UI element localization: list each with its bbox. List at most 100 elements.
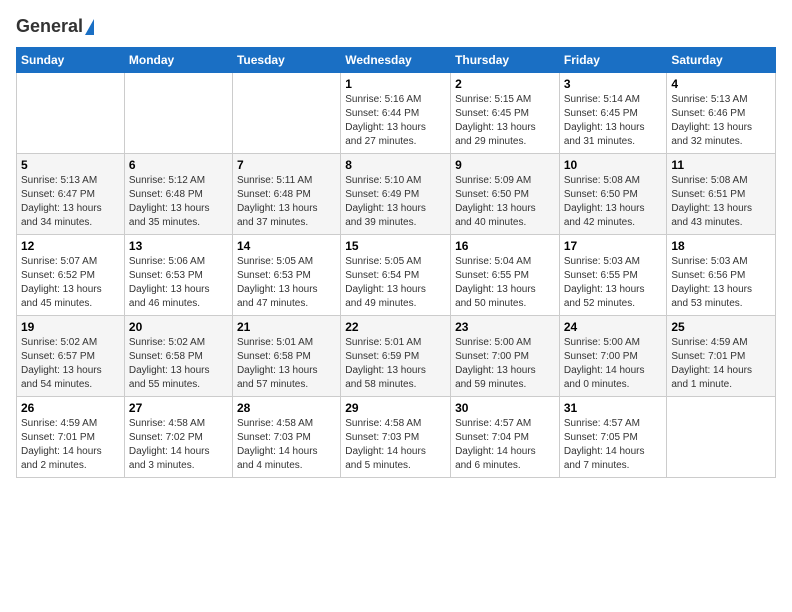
calendar-cell <box>232 73 340 154</box>
calendar-week-4: 19Sunrise: 5:02 AM Sunset: 6:57 PM Dayli… <box>17 316 776 397</box>
day-info: Sunrise: 5:12 AM Sunset: 6:48 PM Dayligh… <box>129 174 228 230</box>
day-number: 20 <box>129 320 228 334</box>
day-info: Sunrise: 5:09 AM Sunset: 6:50 PM Dayligh… <box>455 174 555 230</box>
logo-icon <box>85 19 94 35</box>
calendar-cell: 28 Sunrise: 4:58 AM Sunset: 7:03 PM Dayli… <box>232 397 340 478</box>
day-number: 30 <box>455 401 555 415</box>
day-number: 6 <box>129 158 228 172</box>
calendar-cell: 5 Sunrise: 5:13 AM Sunset: 6:47 PM Daylig… <box>17 154 125 235</box>
day-info: Sunrise: 5:06 AM Sunset: 6:53 PM Dayligh… <box>129 255 228 311</box>
day-number: 15 <box>345 239 446 253</box>
day-number: 8 <box>345 158 446 172</box>
calendar-table: SundayMondayTuesdayWednesdayThursdayFrid… <box>16 47 776 478</box>
day-info: Sunrise: 5:13 AM Sunset: 6:47 PM Dayligh… <box>21 174 120 230</box>
calendar-header-wednesday: Wednesday <box>341 48 451 73</box>
day-number: 23 <box>455 320 555 334</box>
day-info: Sunrise: 5:08 AM Sunset: 6:51 PM Dayligh… <box>671 174 771 230</box>
day-info: Sunrise: 5:11 AM Sunset: 6:48 PM Dayligh… <box>237 174 336 230</box>
day-number: 10 <box>564 158 663 172</box>
day-info: Sunrise: 5:13 AM Sunset: 6:46 PM Dayligh… <box>671 93 771 149</box>
day-info: Sunrise: 4:58 AM Sunset: 7:03 PM Dayligh… <box>345 417 446 473</box>
day-info: Sunrise: 4:58 AM Sunset: 7:03 PM Dayligh… <box>237 417 336 473</box>
calendar-cell <box>17 73 125 154</box>
calendar-cell: 31 Sunrise: 4:57 AM Sunset: 7:05 PM Dayli… <box>559 397 667 478</box>
day-number: 18 <box>671 239 771 253</box>
day-number: 13 <box>129 239 228 253</box>
day-number: 26 <box>21 401 120 415</box>
day-number: 7 <box>237 158 336 172</box>
day-number: 24 <box>564 320 663 334</box>
day-info: Sunrise: 5:04 AM Sunset: 6:55 PM Dayligh… <box>455 255 555 311</box>
calendar-header-thursday: Thursday <box>451 48 560 73</box>
calendar-header-row: SundayMondayTuesdayWednesdayThursdayFrid… <box>17 48 776 73</box>
day-number: 1 <box>345 77 446 91</box>
day-info: Sunrise: 5:00 AM Sunset: 7:00 PM Dayligh… <box>455 336 555 392</box>
day-number: 22 <box>345 320 446 334</box>
day-number: 16 <box>455 239 555 253</box>
calendar-cell: 12Sunrise: 5:07 AM Sunset: 6:52 PM Dayli… <box>17 235 125 316</box>
calendar-cell: 15 Sunrise: 5:05 AM Sunset: 6:54 PM Dayli… <box>341 235 451 316</box>
calendar-cell: 16 Sunrise: 5:04 AM Sunset: 6:55 PM Dayli… <box>451 235 560 316</box>
calendar-header-friday: Friday <box>559 48 667 73</box>
calendar-week-5: 26 Sunrise: 4:59 AM Sunset: 7:01 PM Dayli… <box>17 397 776 478</box>
calendar-cell: 6 Sunrise: 5:12 AM Sunset: 6:48 PM Daylig… <box>124 154 232 235</box>
calendar-cell: 18 Sunrise: 5:03 AM Sunset: 6:56 PM Dayli… <box>667 235 776 316</box>
day-info: Sunrise: 5:00 AM Sunset: 7:00 PM Dayligh… <box>564 336 663 392</box>
calendar-cell: 11 Sunrise: 5:08 AM Sunset: 6:51 PM Dayli… <box>667 154 776 235</box>
calendar-header-sunday: Sunday <box>17 48 125 73</box>
calendar-cell: 17Sunrise: 5:03 AM Sunset: 6:55 PM Dayli… <box>559 235 667 316</box>
calendar-cell: 26 Sunrise: 4:59 AM Sunset: 7:01 PM Dayli… <box>17 397 125 478</box>
calendar-cell: 25 Sunrise: 4:59 AM Sunset: 7:01 PM Dayli… <box>667 316 776 397</box>
day-info: Sunrise: 5:01 AM Sunset: 6:59 PM Dayligh… <box>345 336 446 392</box>
day-info: Sunrise: 5:16 AM Sunset: 6:44 PM Dayligh… <box>345 93 446 149</box>
day-number: 19 <box>21 320 120 334</box>
day-info: Sunrise: 5:08 AM Sunset: 6:50 PM Dayligh… <box>564 174 663 230</box>
day-number: 31 <box>564 401 663 415</box>
day-info: Sunrise: 5:15 AM Sunset: 6:45 PM Dayligh… <box>455 93 555 149</box>
day-info: Sunrise: 4:59 AM Sunset: 7:01 PM Dayligh… <box>671 336 771 392</box>
calendar-cell: 23 Sunrise: 5:00 AM Sunset: 7:00 PM Dayli… <box>451 316 560 397</box>
calendar-cell: 27 Sunrise: 4:58 AM Sunset: 7:02 PM Dayli… <box>124 397 232 478</box>
calendar-header-monday: Monday <box>124 48 232 73</box>
calendar-cell: 13 Sunrise: 5:06 AM Sunset: 6:53 PM Dayli… <box>124 235 232 316</box>
day-info: Sunrise: 4:57 AM Sunset: 7:05 PM Dayligh… <box>564 417 663 473</box>
calendar-header-saturday: Saturday <box>667 48 776 73</box>
calendar-cell: 9 Sunrise: 5:09 AM Sunset: 6:50 PM Daylig… <box>451 154 560 235</box>
calendar-cell: 3Sunrise: 5:14 AM Sunset: 6:45 PM Daylig… <box>559 73 667 154</box>
day-info: Sunrise: 5:05 AM Sunset: 6:53 PM Dayligh… <box>237 255 336 311</box>
day-info: Sunrise: 5:02 AM Sunset: 6:58 PM Dayligh… <box>129 336 228 392</box>
day-number: 28 <box>237 401 336 415</box>
calendar-cell: 8Sunrise: 5:10 AM Sunset: 6:49 PM Daylig… <box>341 154 451 235</box>
calendar-week-1: 1 Sunrise: 5:16 AM Sunset: 6:44 PM Daylig… <box>17 73 776 154</box>
day-number: 27 <box>129 401 228 415</box>
calendar-cell: 7 Sunrise: 5:11 AM Sunset: 6:48 PM Daylig… <box>232 154 340 235</box>
calendar-cell: 4 Sunrise: 5:13 AM Sunset: 6:46 PM Daylig… <box>667 73 776 154</box>
calendar-header-tuesday: Tuesday <box>232 48 340 73</box>
day-number: 17 <box>564 239 663 253</box>
day-info: Sunrise: 5:05 AM Sunset: 6:54 PM Dayligh… <box>345 255 446 311</box>
day-number: 11 <box>671 158 771 172</box>
day-number: 5 <box>21 158 120 172</box>
day-number: 29 <box>345 401 446 415</box>
calendar-week-2: 5 Sunrise: 5:13 AM Sunset: 6:47 PM Daylig… <box>17 154 776 235</box>
calendar-week-3: 12Sunrise: 5:07 AM Sunset: 6:52 PM Dayli… <box>17 235 776 316</box>
calendar-cell: 10 Sunrise: 5:08 AM Sunset: 6:50 PM Dayli… <box>559 154 667 235</box>
day-info: Sunrise: 4:57 AM Sunset: 7:04 PM Dayligh… <box>455 417 555 473</box>
calendar-cell: 14Sunrise: 5:05 AM Sunset: 6:53 PM Dayli… <box>232 235 340 316</box>
calendar-cell: 19Sunrise: 5:02 AM Sunset: 6:57 PM Dayli… <box>17 316 125 397</box>
day-info: Sunrise: 5:03 AM Sunset: 6:56 PM Dayligh… <box>671 255 771 311</box>
logo-general: General <box>16 16 83 37</box>
day-number: 2 <box>455 77 555 91</box>
day-number: 3 <box>564 77 663 91</box>
calendar-cell: 24 Sunrise: 5:00 AM Sunset: 7:00 PM Dayli… <box>559 316 667 397</box>
calendar-cell: 2 Sunrise: 5:15 AM Sunset: 6:45 PM Daylig… <box>451 73 560 154</box>
calendar-cell: 20 Sunrise: 5:02 AM Sunset: 6:58 PM Dayli… <box>124 316 232 397</box>
day-number: 25 <box>671 320 771 334</box>
day-info: Sunrise: 4:59 AM Sunset: 7:01 PM Dayligh… <box>21 417 120 473</box>
calendar-cell: 30 Sunrise: 4:57 AM Sunset: 7:04 PM Dayli… <box>451 397 560 478</box>
calendar-cell: 21Sunrise: 5:01 AM Sunset: 6:58 PM Dayli… <box>232 316 340 397</box>
day-number: 9 <box>455 158 555 172</box>
day-number: 21 <box>237 320 336 334</box>
day-number: 4 <box>671 77 771 91</box>
day-info: Sunrise: 4:58 AM Sunset: 7:02 PM Dayligh… <box>129 417 228 473</box>
